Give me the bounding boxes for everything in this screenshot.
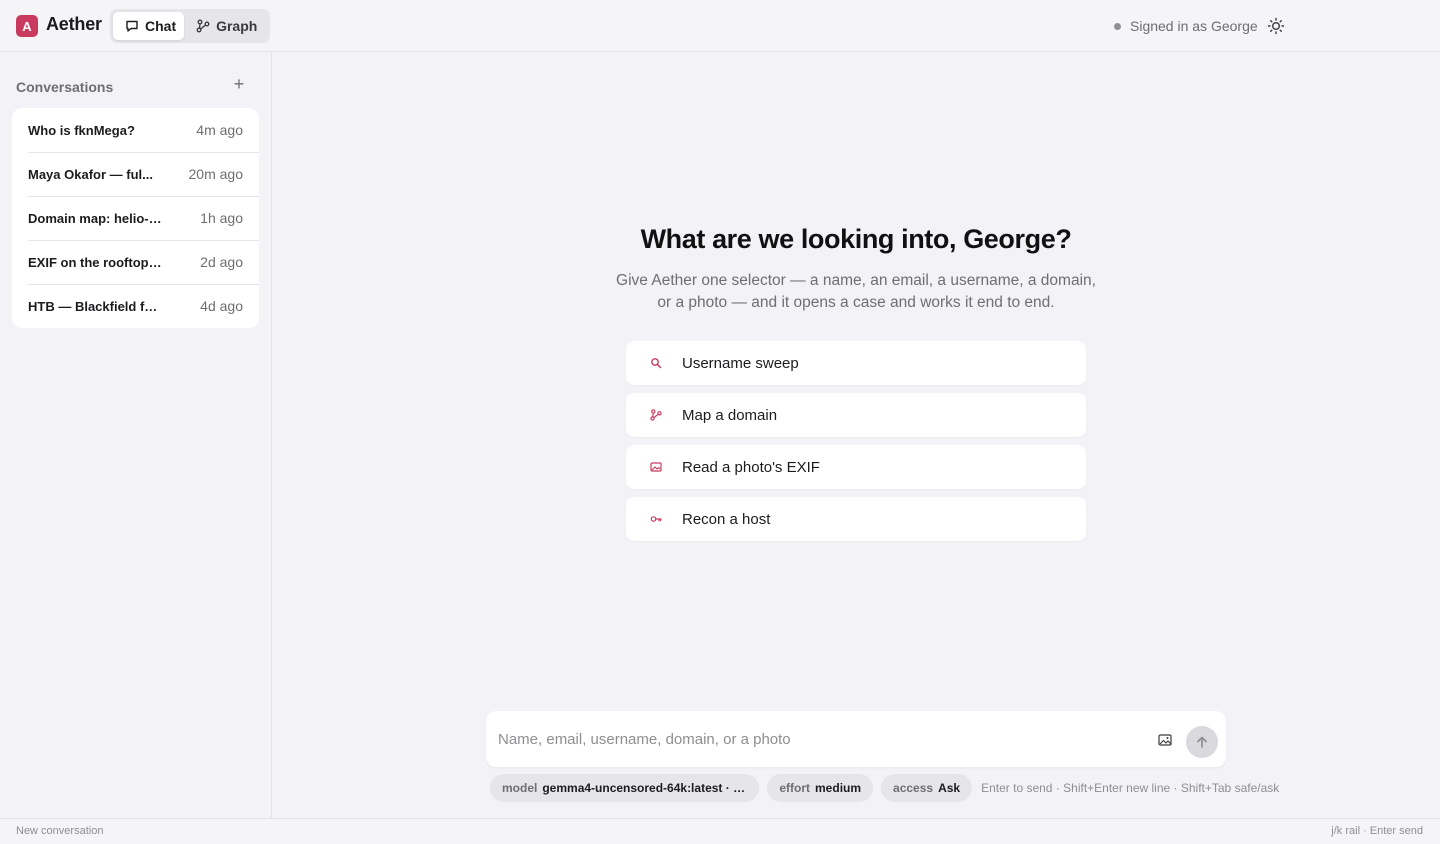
status-left: New conversation xyxy=(16,825,104,837)
status-right: j/k rail · Enter send xyxy=(1331,825,1423,837)
status-dot xyxy=(1114,22,1121,30)
effort-key: effort xyxy=(779,781,811,795)
attach-image-icon[interactable] xyxy=(1158,734,1172,746)
starter-list: Username sweep Map a domain Read a photo… xyxy=(626,341,1086,549)
starter-label: Map a domain xyxy=(682,406,778,424)
tab-graph[interactable]: Graph xyxy=(186,12,267,40)
conversation-item[interactable]: Maya Okafor — ful... 20m ago xyxy=(12,152,259,196)
conversation-time: 4d ago xyxy=(200,298,243,314)
search-icon xyxy=(651,358,662,369)
conversation-title: HTB — Blackfield fo... xyxy=(28,298,162,314)
conversation-item[interactable]: Domain map: helio-l... 1h ago xyxy=(12,196,259,240)
sidebar: Conversations + Who is fknMega? 4m ago M… xyxy=(0,52,272,818)
conversation-item[interactable]: EXIF on the rooftop ... 2d ago xyxy=(12,240,259,284)
arrow-up-icon xyxy=(1197,736,1207,748)
tab-chat-label: Chat xyxy=(145,18,177,34)
conversation-time: 1h ago xyxy=(200,210,243,226)
model-selector[interactable]: model gemma4-uncensored-64k:latest · loa… xyxy=(490,774,760,802)
view-switcher: Chat Graph xyxy=(110,9,270,43)
app-logo: A xyxy=(16,15,38,37)
model-value: gemma4-uncensored-64k:latest · loa... xyxy=(542,781,748,795)
message-input[interactable] xyxy=(498,725,1138,753)
graph-icon xyxy=(650,409,662,421)
keyboard-hint: Enter to send · Shift+Enter new line · S… xyxy=(981,781,1280,795)
starter-username-sweep[interactable]: Username sweep xyxy=(626,341,1086,385)
composer-options: model gemma4-uncensored-64k:latest · loa… xyxy=(490,774,1279,802)
top-bar: A Aether Chat Graph Signed in as George xyxy=(0,0,1440,52)
signed-in-status: Signed in as George xyxy=(1114,18,1258,34)
chat-icon xyxy=(126,20,138,32)
image-icon xyxy=(650,462,662,472)
model-key: model xyxy=(502,781,538,795)
starter-label: Recon a host xyxy=(682,510,771,528)
starter-recon-host[interactable]: Recon a host xyxy=(626,497,1086,541)
message-composer xyxy=(486,711,1226,767)
conversation-title: Who is fknMega? xyxy=(28,122,135,138)
starter-label: Read a photo's EXIF xyxy=(682,458,820,476)
theme-toggle-sun-icon[interactable] xyxy=(1266,16,1286,36)
conversation-time: 4m ago xyxy=(196,122,243,138)
welcome-subtitle: Give Aether one selector — a name, an em… xyxy=(616,272,1096,311)
app-name: Aether xyxy=(46,14,102,34)
key-icon xyxy=(650,516,662,522)
conversation-item[interactable]: Who is fknMega? 4m ago xyxy=(12,108,259,152)
conversation-title: EXIF on the rooftop ... xyxy=(28,254,162,270)
starter-label: Username sweep xyxy=(682,354,799,372)
welcome-title: What are we looking into, George? xyxy=(640,224,1072,254)
conversation-item[interactable]: HTB — Blackfield fo... 4d ago xyxy=(12,284,259,328)
effort-selector[interactable]: effort medium xyxy=(767,774,874,802)
conversation-time: 20m ago xyxy=(188,166,243,182)
access-key: access xyxy=(893,781,934,795)
signed-in-label: Signed in as George xyxy=(1130,18,1258,34)
send-button[interactable] xyxy=(1186,726,1218,758)
conversation-list: Who is fknMega? 4m ago Maya Okafor — ful… xyxy=(12,108,259,328)
conversation-time: 2d ago xyxy=(200,254,243,270)
new-conversation-button[interactable]: + xyxy=(230,75,248,94)
tab-graph-label: Graph xyxy=(216,18,258,34)
access-selector[interactable]: access Ask xyxy=(881,774,973,802)
starter-read-exif[interactable]: Read a photo's EXIF xyxy=(626,445,1086,489)
status-bar: New conversation j/k rail · Enter send xyxy=(0,818,1440,844)
effort-value: medium xyxy=(815,781,862,795)
tab-chat[interactable]: Chat xyxy=(113,12,185,40)
sidebar-title: Conversations xyxy=(16,79,114,95)
access-value: Ask xyxy=(938,781,961,795)
starter-map-domain[interactable]: Map a domain xyxy=(626,393,1086,437)
conversation-title: Maya Okafor — ful... xyxy=(28,166,153,182)
graph-icon xyxy=(196,19,210,33)
conversation-title: Domain map: helio-l... xyxy=(28,210,162,226)
